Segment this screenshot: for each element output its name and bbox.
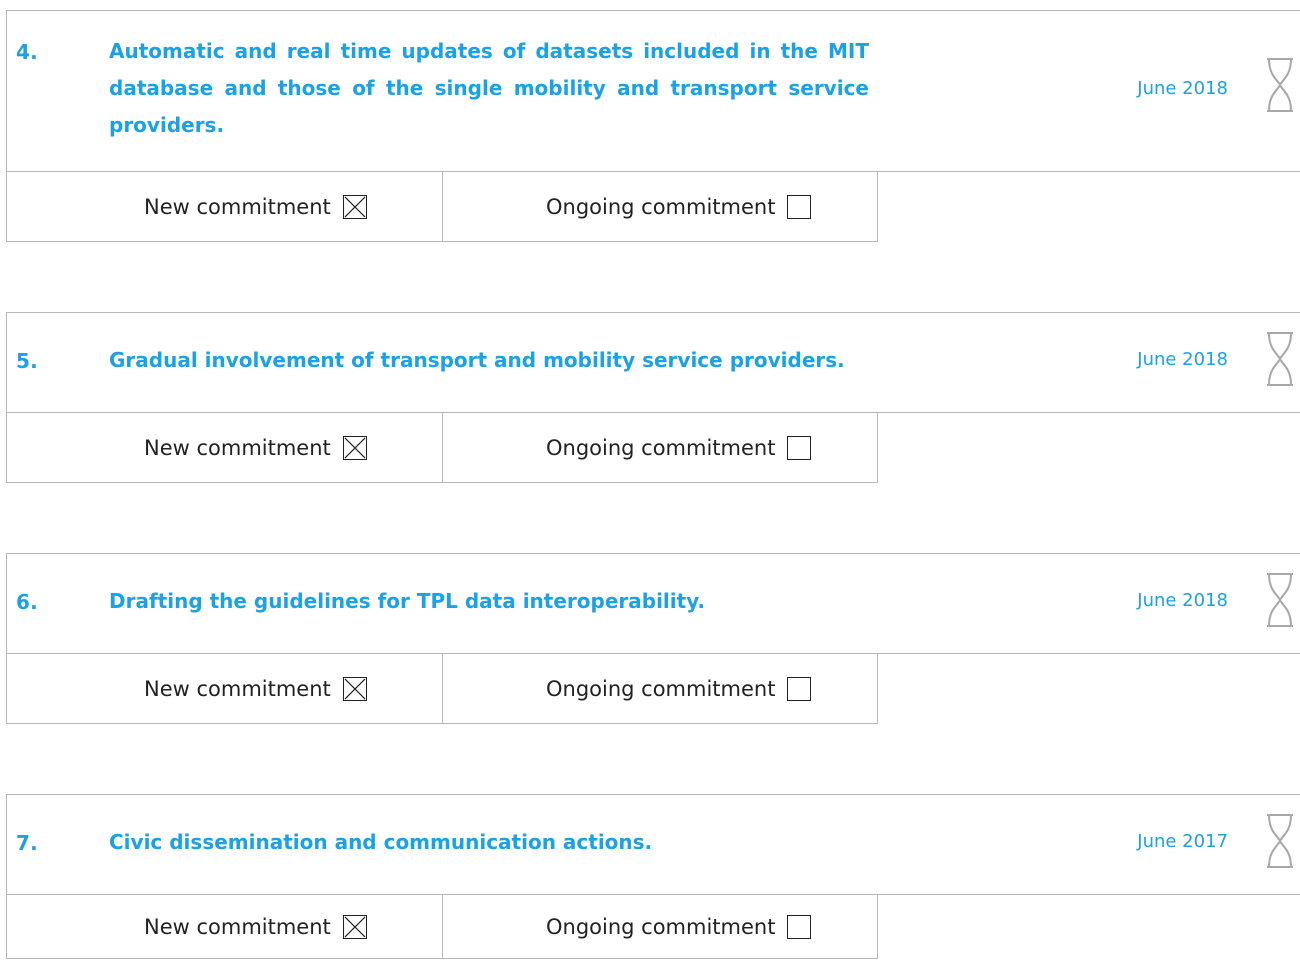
ongoing-commitment-label: Ongoing commitment [546, 676, 776, 701]
checked-x-icon [344, 915, 366, 938]
hourglass-icon [1267, 332, 1293, 386]
checked-x-icon [344, 677, 366, 700]
new-commitment-cell: New commitment [7, 895, 443, 958]
commitment-number: 7. [16, 831, 38, 855]
ongoing-commitment-checkbox[interactable] [787, 914, 812, 939]
hourglass-icon [1267, 58, 1293, 112]
new-commitment-checkbox[interactable] [342, 676, 367, 701]
commitment-type-row: New commitment Ongoing commitment [6, 895, 878, 959]
new-commitment-cell: New commitment [7, 172, 443, 241]
checked-x-icon [344, 436, 366, 459]
new-commitment-checkbox[interactable] [342, 194, 367, 219]
commitment-date: June 2018 [1137, 349, 1228, 370]
commitment-title: Automatic and real time updates of datas… [109, 39, 869, 137]
commitment-type-row: New commitment Ongoing commitment [6, 654, 878, 724]
ongoing-commitment-label: Ongoing commitment [546, 914, 776, 939]
ongoing-commitment-cell: Ongoing commitment [443, 895, 980, 958]
new-commitment-label: New commitment [144, 676, 331, 701]
commitment-date: June 2018 [1137, 590, 1228, 611]
commitment-date: June 2018 [1137, 78, 1228, 99]
new-commitment-checkbox[interactable] [342, 435, 367, 460]
ongoing-commitment-label: Ongoing commitment [546, 435, 776, 460]
new-commitment-checkbox[interactable] [342, 914, 367, 939]
commitment-number: 5. [16, 349, 38, 373]
new-commitment-label: New commitment [144, 914, 331, 939]
ongoing-commitment-cell: Ongoing commitment [443, 172, 980, 241]
ongoing-commitment-checkbox[interactable] [787, 435, 812, 460]
commitment-title: Civic dissemination and communication ac… [109, 830, 653, 854]
commitment-title: Drafting the guidelines for TPL data int… [109, 589, 706, 613]
new-commitment-label: New commitment [144, 194, 331, 219]
ongoing-commitment-cell: Ongoing commitment [443, 413, 980, 482]
new-commitment-cell: New commitment [7, 654, 443, 723]
commitment-date: June 2017 [1137, 831, 1228, 852]
new-commitment-label: New commitment [144, 435, 331, 460]
ongoing-commitment-label: Ongoing commitment [546, 194, 776, 219]
commitment-title: Gradual involvement of transport and mob… [109, 348, 845, 372]
commitment-number: 4. [16, 40, 38, 64]
commitment-type-row: New commitment Ongoing commitment [6, 413, 878, 483]
new-commitment-cell: New commitment [7, 413, 443, 482]
ongoing-commitment-cell: Ongoing commitment [443, 654, 980, 723]
ongoing-commitment-checkbox[interactable] [787, 676, 812, 701]
checked-x-icon [344, 195, 366, 218]
commitment-type-row: New commitment Ongoing commitment [6, 172, 878, 242]
hourglass-icon [1267, 814, 1293, 868]
hourglass-icon [1267, 573, 1293, 627]
ongoing-commitment-checkbox[interactable] [787, 194, 812, 219]
commitment-number: 6. [16, 590, 38, 614]
